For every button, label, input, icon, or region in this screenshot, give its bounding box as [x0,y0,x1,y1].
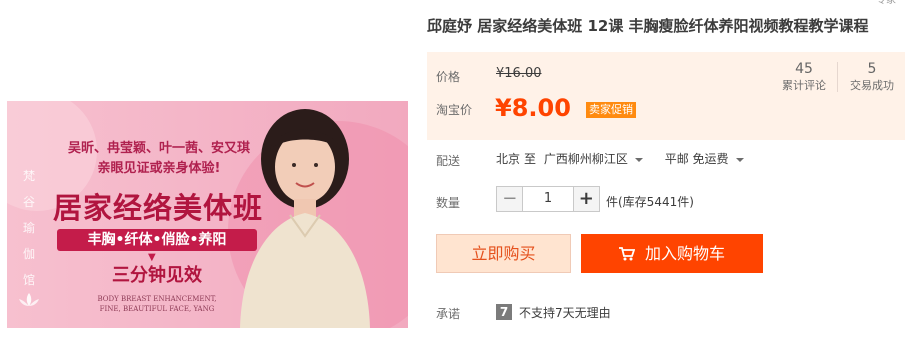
stat-divider [837,62,838,92]
shipping-info: 北京至 广西柳州柳江区 平邮 免运费 [496,150,762,167]
studio-vertical-text: 梵谷瑜伽馆 [22,169,35,287]
stock-info: 件(库存5441件) [606,195,694,209]
shipping-label: 配送 [436,154,461,168]
shipping-to-word: 至 [524,152,537,166]
quantity-input[interactable]: 1 [522,187,574,211]
celebrity-names: 吴昕、冉莹颖、叶一茜、安又琪 [67,141,250,156]
price-panel: 价格 ¥16.00 淘宝价 ¥8.00 卖家促销 45 累计评论 5 交易成功 [427,52,905,140]
seller-promo-badge[interactable]: 卖家促销 [586,102,636,118]
add-to-cart-button[interactable]: 加入购物车 [581,234,763,273]
stat-reviews[interactable]: 45 累计评论 [771,60,837,94]
promo-english-line1: BODY BREAST ENHANCEMENT, [97,295,217,303]
promo-effect: 三分钟见效 [112,265,202,286]
promo-benefits-ribbon: 丰胸•纤体•俏脸•养阳 [57,229,257,251]
stat-transactions[interactable]: 5 交易成功 [839,60,905,94]
quantity-label: 数量 [436,196,461,210]
stat-transactions-caption: 交易成功 [850,79,894,92]
price-label: 价格 [436,70,461,84]
top-label: 专家 [876,0,896,6]
quantity-stepper: − 1 + [496,186,600,212]
cart-icon [618,247,635,261]
buy-now-button[interactable]: 立即购买 [436,234,571,273]
promise-label: 承诺 [436,307,461,321]
seven-day-icon: 7 [496,304,512,320]
original-price: ¥16.00 [496,66,542,81]
product-main-image[interactable]: 梵谷瑜伽馆 吴昕、冉莹颖、叶一茜、安又琪 亲眼见证或亲身体验! 居家经络美体班 … [7,101,408,328]
product-title: 邱庭妤 居家经络美体班 12课 丰胸瘦脸纤体养阳视频教程教学课程 [427,17,869,35]
chevron-down-icon [735,157,744,162]
chevron-down-icon [634,157,643,162]
promo-celebrities: 吴昕、冉莹颖、叶一茜、安又琪 亲眼见证或亲身体验! [59,139,259,179]
promo-english: BODY BREAST ENHANCEMENT, FINE, BEAUTIFUL… [67,294,247,314]
promise-text[interactable]: 不支持7天无理由 [519,304,611,321]
stat-reviews-caption: 累计评论 [782,79,826,92]
promo-english-line2: FINE, BEAUTIFUL FACE, YANG [99,305,215,313]
shipping-method: 平邮 免运费 [664,152,729,166]
shipping-destination: 广西柳州柳江区 [543,152,628,166]
sale-price: ¥8.00 [495,94,571,122]
sales-stats: 45 累计评论 5 交易成功 [771,52,905,140]
stat-transactions-value: 5 [867,61,877,77]
promo-tagline: 亲眼见证或亲身体验! [97,161,221,176]
shipping-from: 北京 [496,152,521,166]
quantity-decrease-button[interactable]: − [497,187,523,211]
instructor-photo [240,109,370,328]
add-to-cart-label: 加入购物车 [644,244,725,263]
shipping-destination-select[interactable]: 广西柳州柳江区 [544,152,657,166]
taobao-price-label: 淘宝价 [436,103,473,117]
quantity-increase-button[interactable]: + [573,187,599,211]
shipping-method-select[interactable]: 平邮 免运费 [665,152,758,166]
stat-reviews-value: 45 [795,61,813,77]
lotus-icon [19,293,39,306]
